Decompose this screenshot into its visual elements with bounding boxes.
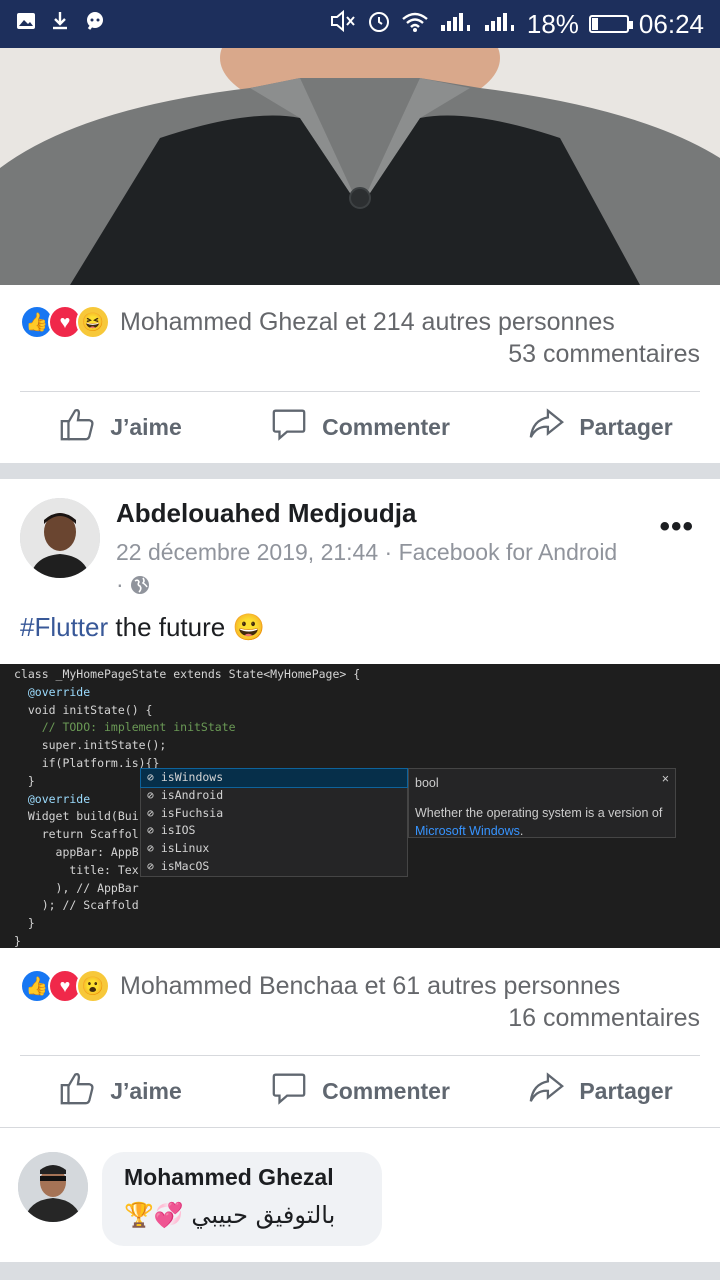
post-author-name[interactable]: Abdelouahed Medjoudja [116,498,416,529]
autocomplete-list: ⊘ isWindows ⊘ isAndroid ⊘ isFuchsia ⊘ isIOS… [140,768,408,877]
share-arrow-icon [527,1069,565,1113]
share-arrow-icon [527,405,565,449]
post-metadata: 22 décembre 2019, 21:44 · Facebook for A… [116,536,656,603]
autocomplete-item: ⊘ isIOS [147,823,196,838]
comment-button[interactable]: Commenter [240,405,480,449]
close-icon: × [661,772,669,786]
like-button[interactable]: J’aime [0,1069,240,1113]
reactions-summary[interactable]: Mohammed Ghezal et 214 autres personnes [120,308,615,337]
more-options-button[interactable]: ••• [659,510,694,544]
mute-icon [329,9,357,40]
reaction-icons: 👍 ♥ 😆 [20,305,110,339]
autocomplete-item: ⊘ isWindows [140,768,408,788]
battery-percent: 18% [526,8,579,39]
like-button[interactable]: J’aime [0,405,240,449]
reactions-summary[interactable]: Mohammed Benchaa et 61 autres personnes [120,972,620,1001]
autocomplete-item: ⊘ isAndroid [147,787,224,802]
comment-button[interactable]: Commenter [240,1069,480,1113]
post2-reactions[interactable]: 👍 ♥ 😮 Mohammed Benchaa et 61 autres pers… [20,969,700,1003]
wow-reaction-icon: 😮 [76,969,110,1003]
thumbs-up-icon [58,405,96,449]
signal-sim2-icon [483,9,517,39]
autocomplete-item: ⊘ isMacOS [147,858,210,873]
post-text: #Flutter the future 😀 [20,612,265,642]
code-line: } [14,933,21,948]
feed-separator [0,463,720,479]
post2-action-bar: J’aime Commenter Partager [0,1056,720,1126]
autocomplete-details: × bool Whether the operating system is a… [408,768,676,838]
code-line: } [14,916,35,931]
hashtag-link[interactable]: #Flutter [20,612,108,642]
comment-icon [270,405,308,449]
status-bar: 18% 06:24 [0,0,720,48]
code-line: ); // Scaffold [14,898,139,913]
code-line: @override [14,684,91,699]
grinning-emoji: 😀 [232,612,265,642]
haha-reaction-icon: 😆 [76,305,110,339]
comment-icon [270,1069,308,1113]
comment-text: بالتوفيق حبيبي 💞🏆 [124,1201,336,1229]
comments-count[interactable]: 53 commentaires [508,340,700,369]
battery-icon [588,15,633,33]
code-line: super.initState(); [14,738,167,753]
reaction-icons: 👍 ♥ 😮 [20,969,110,1003]
clock: 06:24 [638,8,704,39]
post-code-image[interactable]: class _MyHomePageState extends State<MyH… [0,664,720,948]
system-indicators: 18% 06:24 [329,9,704,40]
post1-reactions[interactable]: 👍 ♥ 😆 Mohammed Ghezal et 214 autres pers… [20,305,700,339]
share-button[interactable]: Partager [480,1069,720,1113]
author-avatar[interactable] [20,498,100,578]
share-button[interactable]: Partager [480,405,720,449]
messenger-icon [84,10,106,38]
comment-bubble[interactable]: Mohammed Ghezal بالتوفيق حبيبي 💞🏆 [102,1152,382,1246]
thumbs-up-icon [58,1069,96,1113]
post-photo[interactable] [0,48,720,285]
globe-icon [130,571,150,603]
code-line: void initState() { [14,702,153,717]
commenter-name[interactable]: Mohammed Ghezal [124,1164,360,1191]
code-line: ), // AppBar [14,880,139,895]
code-line: // TODO: implement initState [14,720,236,735]
gallery-icon [16,11,36,37]
signal-sim1-icon [439,9,473,39]
code-line: class _MyHomePageState extends State<MyH… [14,667,361,681]
notification-icons [16,10,106,38]
autocomplete-item: ⊘ isLinux [147,841,210,856]
wifi-icon [401,9,429,40]
commenter-avatar[interactable] [18,1152,88,1222]
post1-action-bar: J’aime Commenter Partager [0,392,720,462]
download-icon [50,10,70,38]
alarm-icon [367,9,391,40]
divider [0,1127,720,1128]
feed-separator [0,1262,720,1280]
comments-count[interactable]: 16 commentaires [508,1004,700,1033]
autocomplete-item: ⊘ isFuchsia [147,805,224,820]
facebook-feed: 18% 06:24 👍 ♥ 😆 Mohammed Ghezal et 214 a… [0,0,720,1280]
